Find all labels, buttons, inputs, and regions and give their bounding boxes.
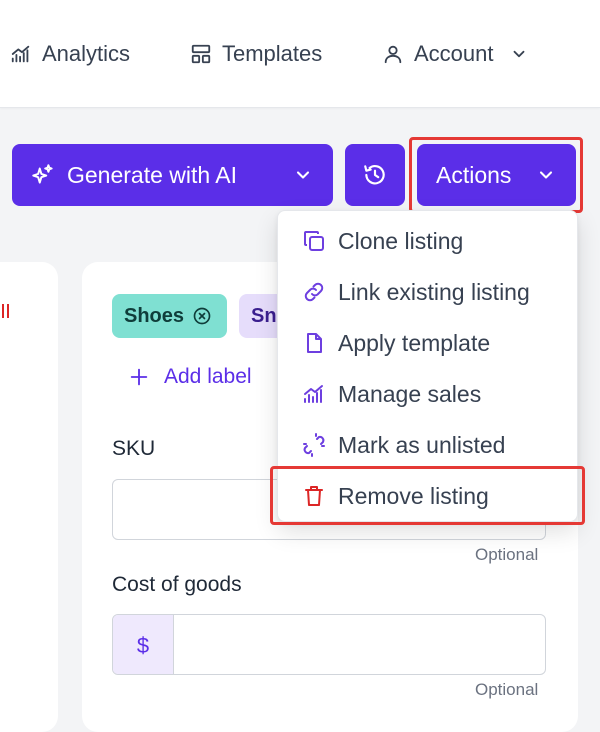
sku-label: SKU [112, 437, 156, 460]
cost-of-goods-input[interactable] [174, 615, 545, 674]
actions-button[interactable]: Actions [417, 144, 576, 206]
cost-of-goods-label: Cost of goods [112, 573, 242, 596]
chevron-down-icon [513, 50, 524, 58]
menu-item-apply-template[interactable]: Apply template [278, 321, 577, 365]
menu-item-label: Remove listing [338, 482, 489, 509]
left-card-marker [2, 304, 4, 318]
nav-templates[interactable]: Templates [190, 36, 322, 72]
close-circle-icon[interactable] [192, 306, 212, 326]
chart-icon [304, 385, 323, 403]
menu-item-clone-listing[interactable]: Clone listing [278, 219, 577, 263]
chevron-down-icon [539, 171, 553, 179]
nav-analytics-label: Analytics [42, 41, 131, 66]
nav-account[interactable]: Account [382, 36, 528, 72]
label-chip-text: Sn [251, 304, 277, 327]
link-icon [304, 282, 324, 302]
label-chip-shoes[interactable]: Shoes [112, 294, 227, 338]
actions-label: Actions [436, 161, 512, 188]
cost-of-goods-field: $ [112, 614, 546, 675]
generate-with-ai-label: Generate with AI [67, 161, 238, 188]
chevron-down-icon[interactable] [293, 165, 313, 185]
nav-analytics[interactable]: Analytics [10, 36, 130, 72]
currency-prefix: $ [113, 615, 174, 674]
menu-item-manage-sales[interactable]: Manage sales [278, 372, 577, 416]
left-card-marker [7, 304, 9, 318]
nav-account-label: Account [414, 41, 494, 66]
menu-item-label: Clone listing [338, 227, 464, 254]
menu-item-label: Apply template [338, 329, 491, 356]
add-label-text: Add label [164, 365, 252, 388]
history-button[interactable] [345, 144, 405, 206]
left-card [0, 262, 58, 732]
trash-icon [305, 486, 323, 506]
menu-item-label: Manage sales [338, 380, 482, 407]
actions-dropdown-menu: Clone listing Link existing listing Appl… [277, 210, 578, 522]
sku-optional-hint: Optional [475, 545, 539, 564]
chart-icon [11, 45, 30, 63]
history-icon [364, 165, 385, 185]
menu-item-label: Link existing listing [338, 278, 530, 305]
sparkles-icon [32, 164, 53, 184]
label-chip-text: Shoes [124, 304, 185, 327]
menu-item-link-existing-listing[interactable]: Link existing listing [278, 270, 577, 314]
currency-symbol: $ [136, 632, 150, 658]
nav-templates-label: Templates [222, 41, 323, 66]
file-icon [307, 333, 322, 353]
menu-item-remove-listing[interactable]: Remove listing [278, 474, 577, 518]
layout-icon [191, 44, 211, 64]
add-label-button[interactable]: Add label [128, 362, 252, 392]
cost-optional-hint: Optional [475, 680, 539, 699]
menu-item-mark-as-unlisted[interactable]: Mark as unlisted [278, 423, 577, 467]
plus-icon [130, 368, 148, 386]
user-icon [384, 45, 402, 64]
generate-with-ai-button[interactable]: Generate with AI [12, 144, 333, 206]
menu-item-label: Mark as unlisted [338, 431, 506, 458]
top-navigation-bar: Analytics Templates Account [0, 0, 600, 108]
unlink-icon [303, 433, 325, 457]
copy-icon [304, 231, 324, 251]
